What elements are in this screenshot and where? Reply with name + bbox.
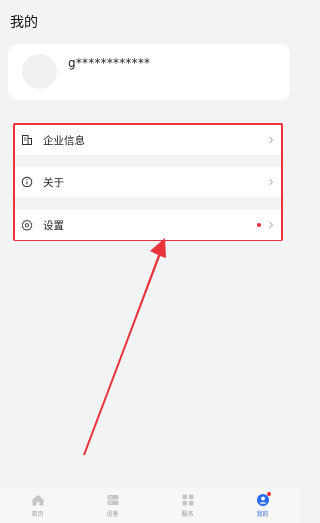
tab-label: 服务 (181, 510, 194, 518)
device-icon (106, 493, 120, 507)
tab-service[interactable]: 服务 (150, 487, 225, 523)
home-icon (31, 493, 45, 507)
user-icon (256, 491, 271, 507)
tab-bar: 首页 设备 服务 我的 (0, 487, 300, 523)
tab-device[interactable]: 设备 (75, 487, 150, 523)
annotation-arrow (83, 238, 166, 456)
tab-label: 设备 (106, 510, 119, 518)
notification-badge (266, 491, 271, 496)
tab-label: 首页 (31, 510, 44, 518)
grid-icon (181, 493, 195, 507)
tab-home[interactable]: 首页 (0, 487, 75, 523)
tab-mine[interactable]: 我的 (225, 487, 300, 523)
tab-label: 我的 (256, 510, 269, 518)
